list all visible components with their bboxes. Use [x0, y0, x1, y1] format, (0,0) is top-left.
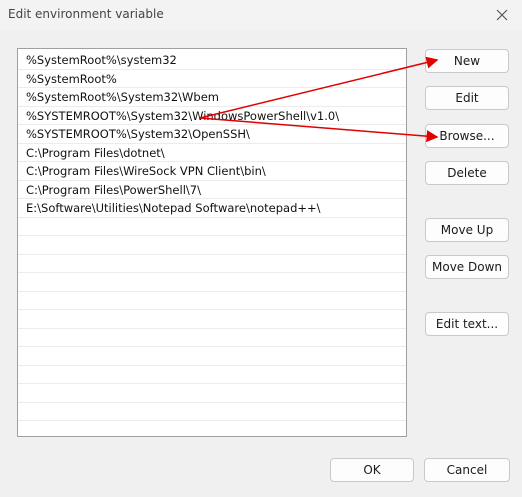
path-list-item[interactable]: [18, 218, 406, 236]
path-list-item[interactable]: [18, 421, 406, 436]
path-list-item[interactable]: E:\Software\Utilities\Notepad Software\n…: [18, 199, 406, 218]
path-list-item[interactable]: [18, 384, 406, 403]
path-list-item[interactable]: [18, 310, 406, 329]
path-list-item[interactable]: [18, 273, 406, 292]
path-list-item[interactable]: [18, 329, 406, 347]
cancel-button[interactable]: Cancel: [424, 458, 510, 482]
window-title: Edit environment variable: [8, 7, 164, 21]
path-list-item[interactable]: [18, 347, 406, 366]
edit-button[interactable]: Edit: [425, 86, 509, 110]
path-list-item[interactable]: [18, 403, 406, 421]
move-down-button[interactable]: Move Down: [425, 255, 509, 279]
browse-button[interactable]: Browse...: [425, 124, 509, 148]
path-list-item[interactable]: C:\Program Files\WireSock VPN Client\bin…: [18, 162, 406, 181]
title-bar: Edit environment variable: [0, 0, 522, 30]
close-icon: [496, 9, 508, 21]
ok-button[interactable]: OK: [330, 458, 414, 482]
path-list-item[interactable]: C:\Program Files\dotnet\: [18, 144, 406, 162]
path-list-item[interactable]: [18, 236, 406, 255]
path-list-item[interactable]: C:\Program Files\PowerShell\7\: [18, 181, 406, 199]
edit-text-button[interactable]: Edit text...: [425, 312, 509, 336]
path-list[interactable]: %SystemRoot%\system32 %SystemRoot% %System…: [17, 48, 407, 437]
path-list-item[interactable]: %SystemRoot%\system32: [18, 51, 406, 70]
path-list-item[interactable]: %SystemRoot%\System32\Wbem: [18, 88, 406, 107]
path-list-item[interactable]: %SYSTEMROOT%\System32\WindowsPowerShell\…: [18, 107, 406, 125]
path-list-item[interactable]: [18, 366, 406, 384]
path-list-item[interactable]: %SYSTEMROOT%\System32\OpenSSH\: [18, 125, 406, 144]
path-list-item[interactable]: %SystemRoot%: [18, 70, 406, 88]
path-list-item[interactable]: [18, 292, 406, 310]
new-button[interactable]: New: [425, 49, 509, 73]
move-up-button[interactable]: Move Up: [425, 218, 509, 242]
path-list-item[interactable]: [18, 255, 406, 273]
close-button[interactable]: [482, 0, 522, 30]
delete-button[interactable]: Delete: [425, 161, 509, 185]
